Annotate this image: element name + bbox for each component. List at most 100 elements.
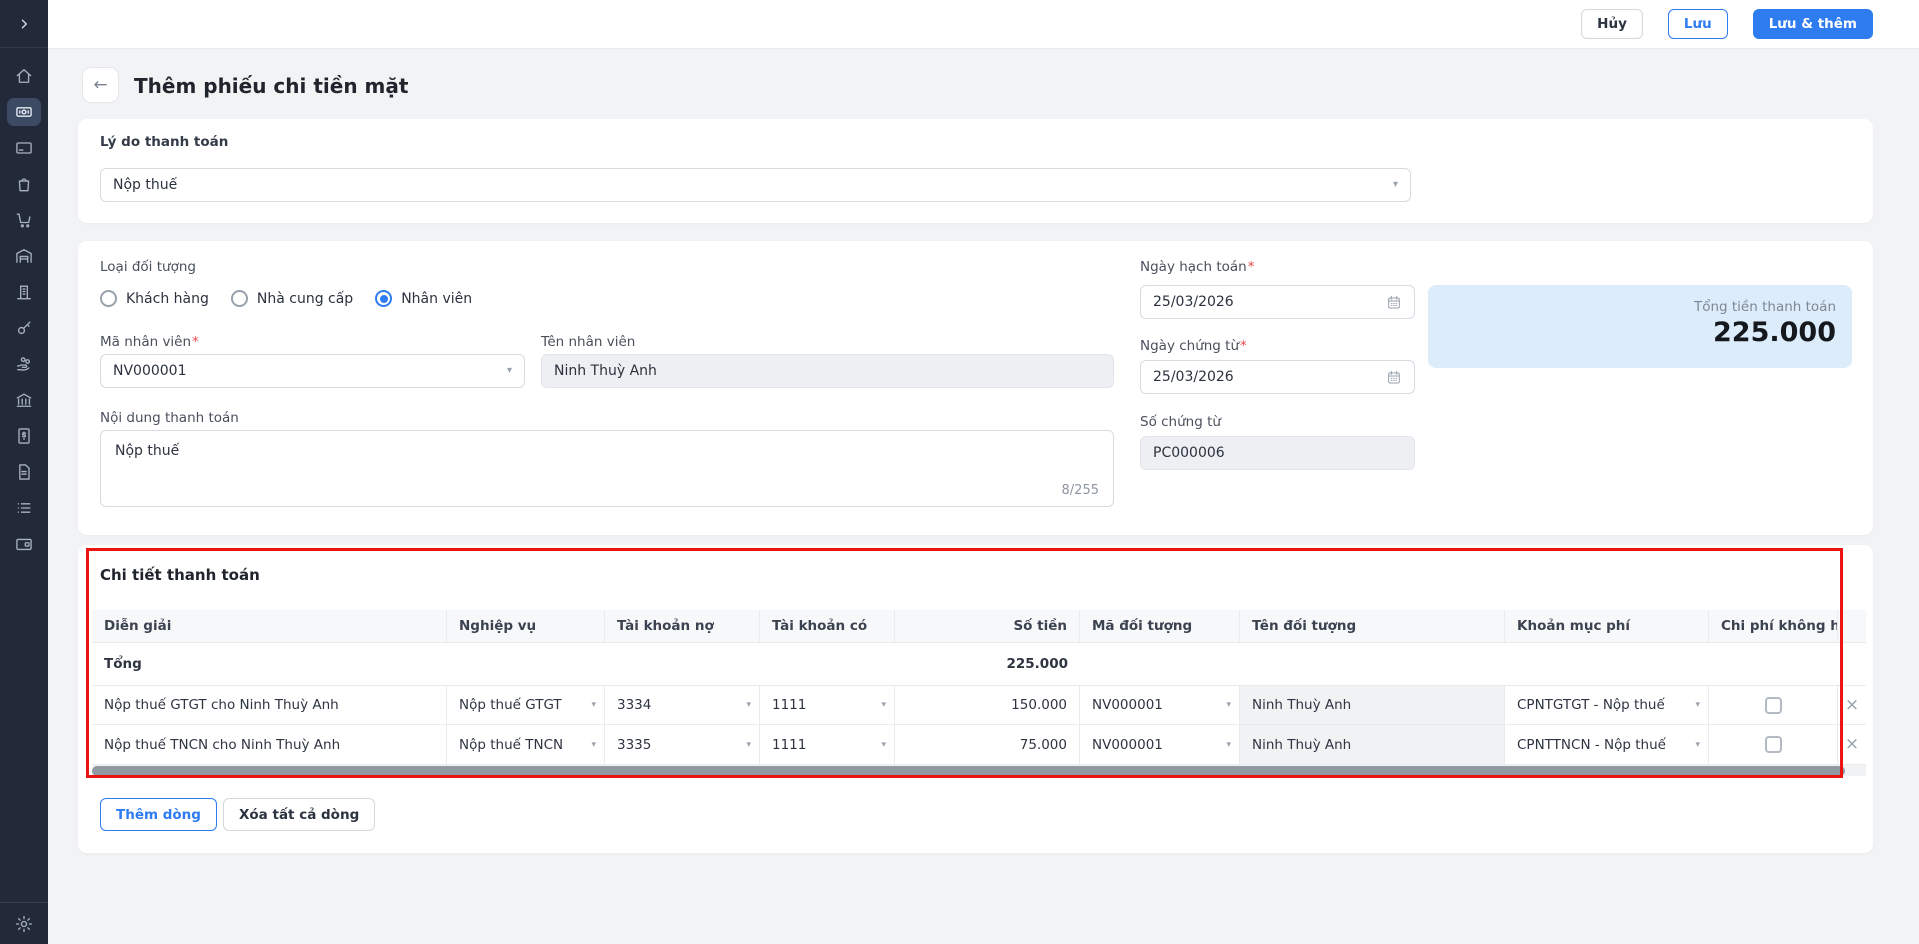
cell-credit-select[interactable]: 1111 ▾ — [760, 725, 895, 764]
cell-delete: × — [1838, 686, 1866, 724]
chevron-down-icon: ▾ — [591, 700, 596, 710]
total-amount-label: Tổng tiền thanh toán — [1693, 299, 1836, 315]
sidebar-item-settings[interactable] — [0, 902, 48, 944]
table-row: Nộp thuế GTGT cho Ninh Thuỳ Anh Nộp thuế… — [92, 686, 1866, 725]
radio-label: Nhà cung cấp — [256, 290, 354, 307]
table-header-row: Diễn giải Nghiệp vụ Tài khoản nợ Tài kho… — [92, 610, 1866, 643]
sidebar-item-assets[interactable] — [0, 310, 48, 346]
sidebar-item-warehouse[interactable] — [0, 238, 48, 274]
shopping-bag-icon — [18, 178, 30, 192]
cell-amount[interactable]: 150.000 — [895, 686, 1080, 724]
employee-code-value: NV000001 — [113, 363, 187, 379]
sidebar-item-cash[interactable] — [0, 94, 48, 130]
object-type-radio-group: Khách hàng Nhà cung cấp Nhân viên — [100, 290, 472, 307]
invoice-icon — [18, 428, 30, 444]
cell-object-code-select[interactable]: NV000001 ▾ — [1080, 686, 1240, 724]
cell-amount[interactable]: 75.000 — [895, 725, 1080, 764]
sidebar-item-salary[interactable] — [0, 346, 48, 382]
cell-delete: × — [1838, 725, 1866, 764]
sidebar-item-card[interactable] — [0, 130, 48, 166]
payment-reason-value: Nộp thuế — [113, 177, 178, 193]
radio-customer[interactable]: Khách hàng — [100, 290, 209, 307]
col-actions — [1838, 610, 1866, 642]
accounting-date-input[interactable]: 25/03/2026 — [1140, 285, 1415, 319]
employee-code-select[interactable]: NV000001 ▾ — [100, 354, 525, 388]
cell-credit-select[interactable]: 1111 ▾ — [760, 686, 895, 724]
key-icon — [17, 321, 31, 335]
cell-debit-select[interactable]: 3335 ▾ — [605, 725, 760, 764]
cell-operation-select[interactable]: Nộp thuế TNCN ▾ — [447, 725, 605, 764]
arrow-left-icon: ← — [93, 75, 108, 95]
col-object-code: Mã đối tượng — [1080, 610, 1240, 642]
document-number-input: PC000006 — [1140, 436, 1415, 470]
cell-debit-select[interactable]: 3334 ▾ — [605, 686, 760, 724]
accounting-date-value: 25/03/2026 — [1153, 294, 1234, 310]
add-row-button[interactable]: Thêm dòng — [100, 798, 217, 831]
chevron-down-icon: ▾ — [746, 700, 751, 710]
radio-employee[interactable]: Nhân viên — [375, 290, 472, 307]
sidebar-item-list[interactable] — [0, 490, 48, 526]
char-counter: 8/255 — [1061, 483, 1099, 498]
col-description: Diễn giải — [92, 610, 447, 642]
object-type-label: Loại đối tượng — [100, 259, 196, 275]
delete-row-icon[interactable]: × — [1845, 696, 1859, 714]
delete-row-icon[interactable]: × — [1845, 736, 1859, 753]
col-operation: Nghiệp vụ — [447, 610, 605, 642]
scrollbar-thumb[interactable] — [92, 765, 1845, 776]
sidebar-item-wallet[interactable] — [0, 526, 48, 562]
chevron-down-icon: ▾ — [1695, 700, 1700, 710]
credit-card-icon — [16, 142, 32, 154]
radio-icon — [230, 290, 248, 307]
document-number-value: PC000006 — [1153, 445, 1225, 461]
payment-content-textarea[interactable]: Nộp thuế 8/255 — [100, 430, 1114, 507]
sidebar-item-purchases[interactable] — [0, 166, 48, 202]
document-icon — [19, 464, 30, 480]
gear-icon — [15, 915, 33, 932]
radio-supplier[interactable]: Nhà cung cấp — [230, 290, 354, 307]
shopping-cart-icon — [16, 213, 31, 228]
horizontal-scrollbar[interactable] — [92, 765, 1866, 776]
radio-icon-selected — [375, 290, 393, 307]
cell-operation-select[interactable]: Nộp thuế GTGT ▾ — [447, 686, 605, 724]
document-date-value: 25/03/2026 — [1153, 369, 1234, 385]
cell-object-code-select[interactable]: NV000001 ▾ — [1080, 725, 1240, 764]
col-invalid-expense: Chi phí không hợp — [1709, 610, 1838, 642]
delete-all-rows-button[interactable]: Xóa tất cả dòng — [223, 798, 376, 831]
save-button[interactable]: Lưu — [1667, 9, 1728, 39]
chevron-down-icon: ▾ — [1226, 739, 1231, 750]
sidebar-item-sales[interactable] — [0, 202, 48, 238]
document-date-input[interactable]: 25/03/2026 — [1140, 360, 1415, 394]
sidebar-item-home[interactable] — [0, 58, 48, 94]
detail-table: Diễn giải Nghiệp vụ Tài khoản nợ Tài kho… — [92, 610, 1866, 776]
wallet-icon — [16, 538, 32, 551]
back-button[interactable]: ← — [82, 67, 119, 103]
sidebar-item-bank[interactable] — [0, 382, 48, 418]
sidebar-item-company[interactable] — [0, 274, 48, 310]
table-row: Nộp thuế TNCN cho Ninh Thuỳ Anh Nộp thuế… — [92, 725, 1866, 765]
sidebar-item-documents[interactable] — [0, 454, 48, 490]
chevron-down-icon: ▾ — [1392, 179, 1398, 190]
cancel-button[interactable]: Hủy — [1581, 9, 1643, 39]
payment-reason-select[interactable]: Nộp thuế ▾ — [100, 168, 1411, 202]
checkbox[interactable] — [1764, 736, 1782, 753]
checkbox[interactable] — [1764, 696, 1782, 714]
save-and-add-button[interactable]: Lưu & thêm — [1752, 9, 1873, 39]
home-icon — [16, 69, 32, 83]
col-debit-account: Tài khoản nợ — [605, 610, 760, 642]
screen: Hủy Lưu Lưu & thêm ← Thêm phiếu chi tiền… — [0, 0, 1919, 944]
cell-expense-item-select[interactable]: CPNTGTGT - Nộp thuế ▾ — [1505, 686, 1709, 724]
radio-label: Nhân viên — [401, 290, 473, 307]
cell-expense-item-select[interactable]: CPNTTNCN - Nộp thuế ▾ — [1505, 725, 1709, 764]
payment-reason-card: Lý do thanh toán Nộp thuế ▾ — [78, 119, 1873, 223]
cell-description[interactable]: Nộp thuế GTGT cho Ninh Thuỳ Anh — [92, 686, 447, 724]
topbar: Hủy Lưu Lưu & thêm — [48, 0, 1919, 49]
chevron-down-icon: ▾ — [1226, 700, 1231, 710]
voucher-info-card: Loại đối tượng Khách hàng Nhà cung cấp N… — [78, 241, 1873, 535]
total-row-label: Tổng — [104, 656, 142, 672]
total-row-amount: 225.000 — [1006, 656, 1069, 672]
chevron-down-icon: ▾ — [591, 739, 596, 750]
cell-description[interactable]: Nộp thuế TNCN cho Ninh Thuỳ Anh — [92, 725, 447, 764]
radio-label: Khách hàng — [126, 290, 209, 307]
sidebar-item-invoice[interactable] — [0, 418, 48, 454]
sidebar-expand-button[interactable] — [0, 0, 48, 48]
